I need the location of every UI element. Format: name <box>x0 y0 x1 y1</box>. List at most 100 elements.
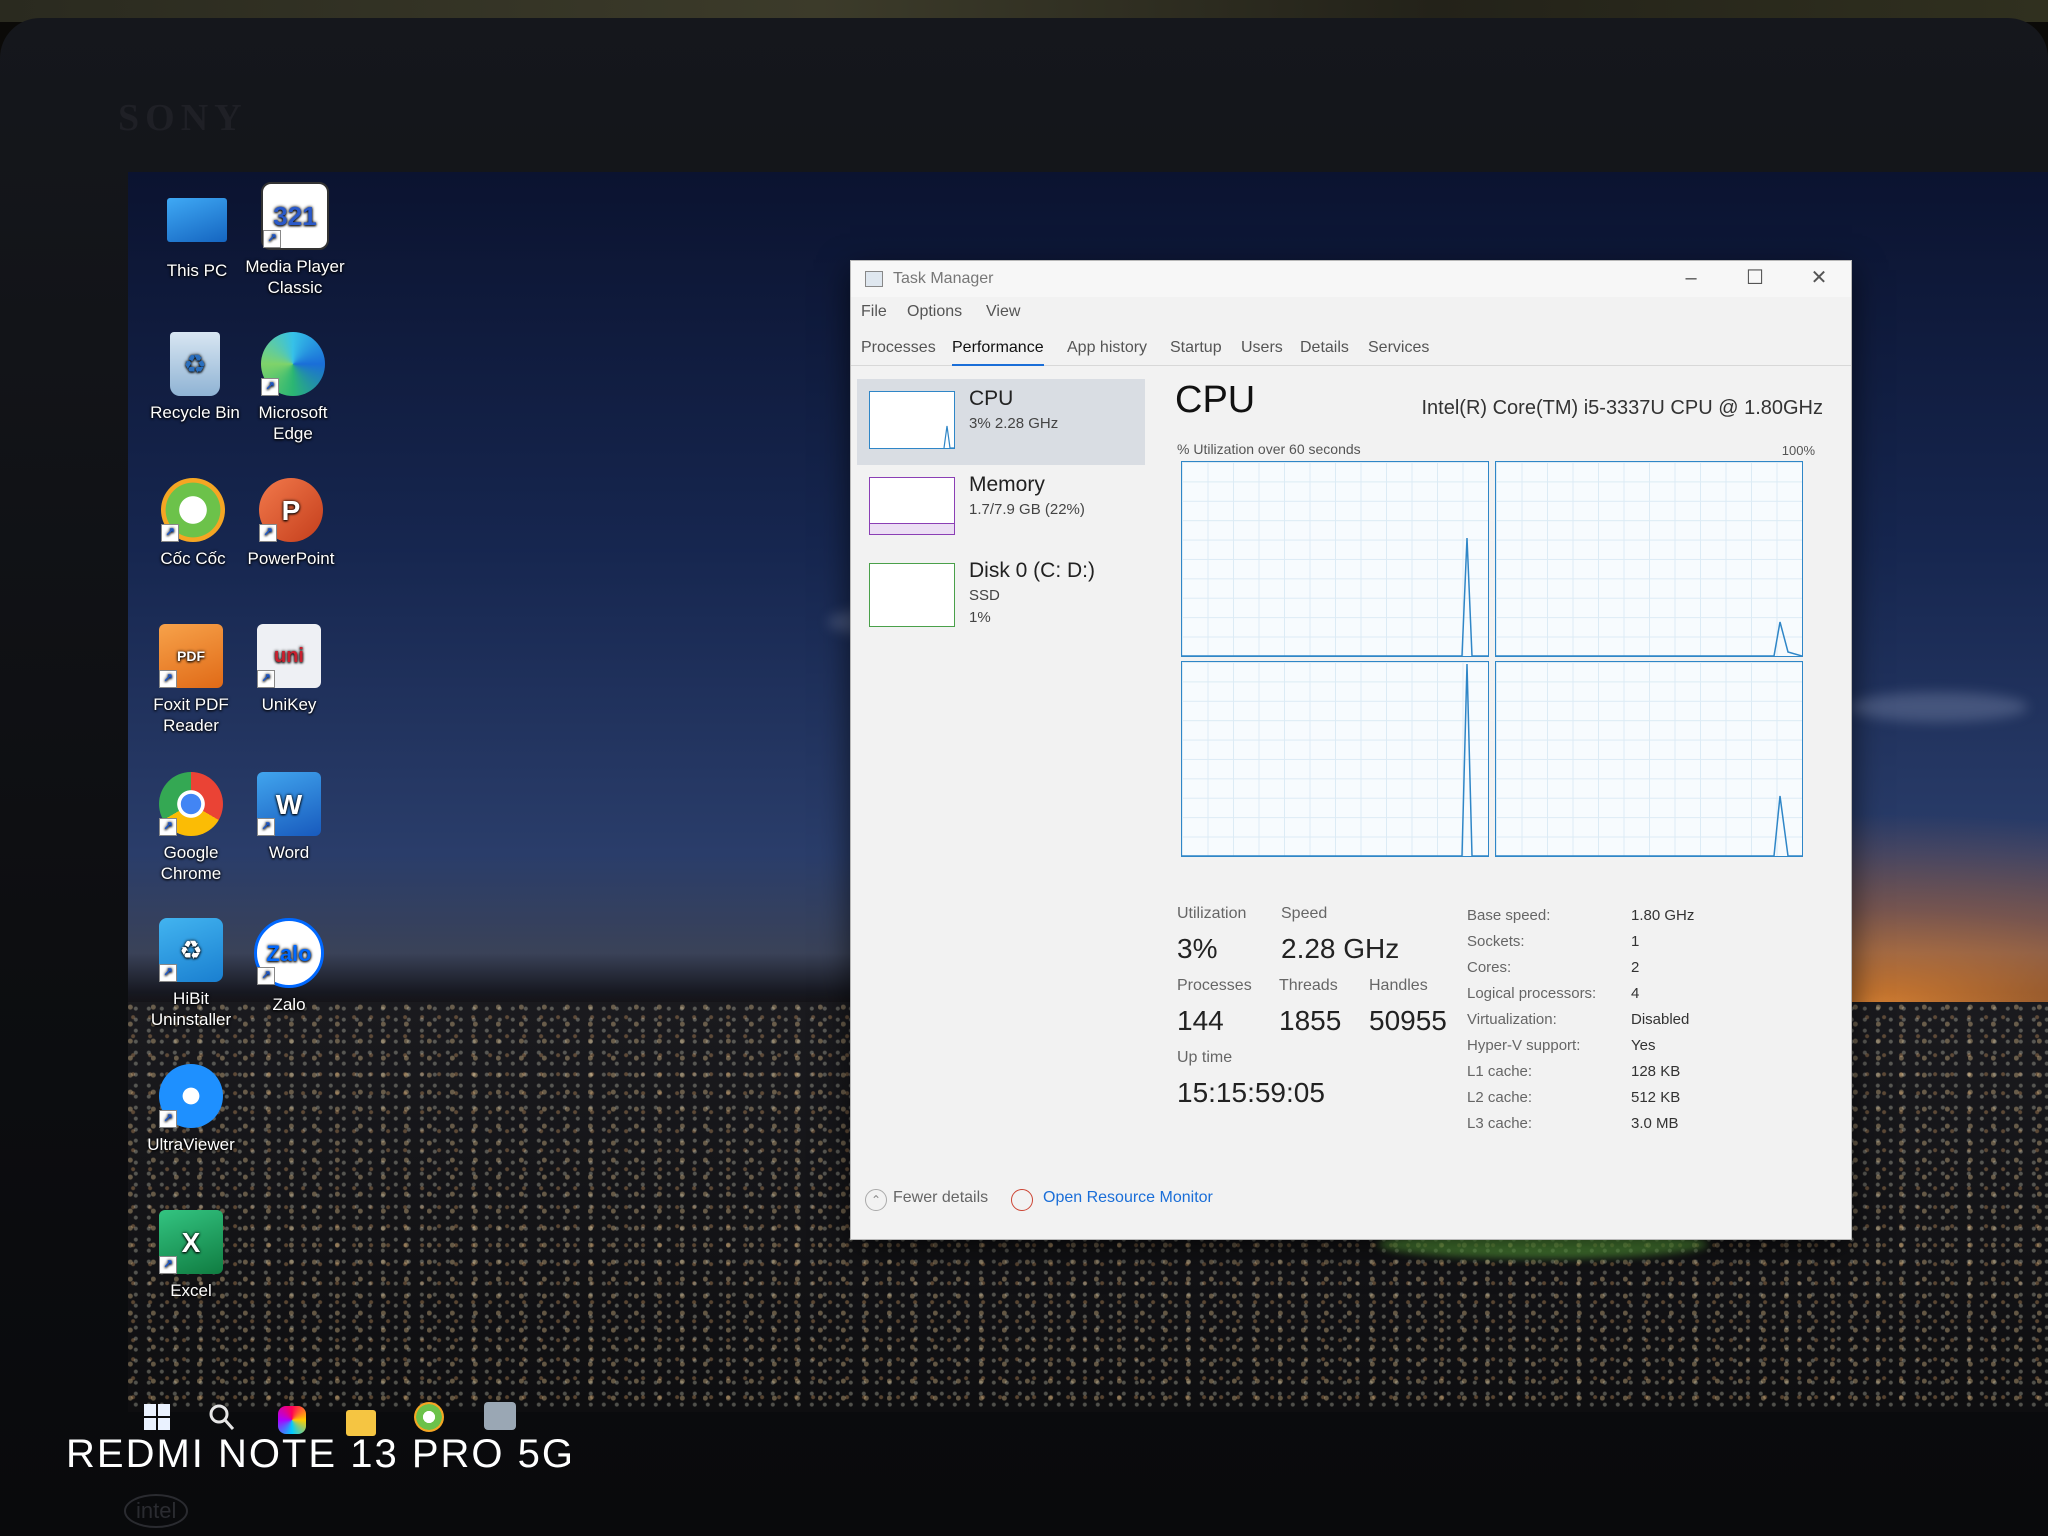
shortcut-arrow-icon: ↗ <box>259 524 277 542</box>
task-manager-taskbar-icon[interactable] <box>484 1402 516 1430</box>
tab-services[interactable]: Services <box>1368 339 1429 357</box>
sidebar-item-memory[interactable]: Memory 1.7/7.9 GB (22%) <box>857 465 1145 551</box>
desktop-icon-this-pc[interactable]: This PC <box>142 190 252 281</box>
copilot-icon[interactable] <box>278 1406 306 1434</box>
desktop-icon-coc-coc[interactable]: ↗ Cốc Cốc <box>138 478 248 569</box>
camera-watermark: REDMI NOTE 13 PRO 5G <box>66 1432 575 1476</box>
uptime-label: Up time <box>1177 1049 1233 1066</box>
task-manager-app-icon <box>865 271 883 287</box>
menu-options[interactable]: Options <box>907 303 962 321</box>
shortcut-arrow-icon: ↗ <box>263 230 281 248</box>
zalo-glyph: Zalo <box>266 940 312 966</box>
desktop-icon-label: UniKey <box>261 695 317 714</box>
cpu-panel: CPU Intel(R) Core(TM) i5-3337U CPU @ 1.8… <box>1171 379 1831 1159</box>
fewer-details-link[interactable]: Fewer details <box>893 1189 988 1207</box>
menu-view[interactable]: View <box>986 303 1020 321</box>
tab-details[interactable]: Details <box>1300 339 1349 357</box>
spec-value: 128 KB <box>1631 1063 1681 1080</box>
cpu-core-graph-line <box>1496 621 1802 656</box>
coc-coc-taskbar-icon[interactable] <box>414 1402 444 1432</box>
shortcut-arrow-icon: ↗ <box>159 818 177 836</box>
desktop-icon-microsoft-edge[interactable]: ↗ Microsoft Edge <box>238 332 348 444</box>
word-glyph: W <box>275 788 303 820</box>
cpu-core-graph-line <box>1496 795 1802 856</box>
cpu-spec-table: Base speed: 1.80 GHz Sockets: 1 Cores: 2… <box>1467 907 1797 1147</box>
menu-file[interactable]: File <box>861 303 887 321</box>
desktop-icon-word[interactable]: W ↗ Word <box>234 772 344 863</box>
spec-value: 2 <box>1631 959 1640 976</box>
desktop-icon-label: Cốc Cốc <box>160 549 226 568</box>
desktop-icon-label: UltraViewer <box>147 1135 235 1154</box>
tab-processes[interactable]: Processes <box>861 339 936 357</box>
desktop-icon-label: PowerPoint <box>247 549 335 568</box>
sidebar-item-disk[interactable]: Disk 0 (C: D:) SSD 1% <box>857 551 1145 637</box>
spec-key: Logical processors: <box>1467 985 1597 1002</box>
resource-sidebar: CPU 3% 2.28 GHz Memory 1.7/7.9 GB (22%) … <box>851 379 1151 1139</box>
spec-key: L2 cache: <box>1467 1089 1533 1106</box>
windows-start-icon[interactable] <box>142 1402 176 1436</box>
handles-value: 50955 <box>1369 1005 1447 1036</box>
cpu-core-graph-line <box>1182 537 1488 656</box>
shortcut-arrow-icon: ↗ <box>257 670 275 688</box>
desktop-icon-zalo[interactable]: Zalo ↗ Zalo <box>234 918 344 1015</box>
minimize-button[interactable]: – <box>1659 261 1723 297</box>
graph-max-label: 100% <box>1781 443 1815 458</box>
sidebar-item-cpu[interactable]: CPU 3% 2.28 GHz <box>857 379 1145 465</box>
excel-glyph: X <box>181 1226 201 1258</box>
utilization-value: 3% <box>1177 933 1218 964</box>
speed-label: Speed <box>1281 905 1328 922</box>
spec-key: Cores: <box>1467 959 1512 976</box>
desktop-icon-unikey[interactable]: uni ↗ UniKey <box>234 624 344 715</box>
tab-users[interactable]: Users <box>1241 339 1283 357</box>
cpu-core-graph-line <box>1182 663 1488 856</box>
desktop-icon-excel[interactable]: X ↗ Excel <box>136 1210 246 1301</box>
window-footer: ⌃ Fewer details Open Resource Monitor <box>851 1181 1851 1221</box>
search-icon[interactable] <box>206 1402 240 1436</box>
desktop-icon-ultraviewer[interactable]: ↗ UltraViewer <box>136 1064 246 1155</box>
desktop-icon-hibit-uninstaller[interactable]: ♻ ↗ HiBit Uninstaller <box>136 918 246 1030</box>
processes-label: Processes <box>1177 977 1252 994</box>
spec-value: 4 <box>1631 985 1640 1002</box>
spec-key: L3 cache: <box>1467 1115 1533 1132</box>
desktop-icon-powerpoint[interactable]: P ↗ PowerPoint <box>236 478 346 569</box>
desktop-icon-foxit-pdf-reader[interactable]: PDF ↗ Foxit PDF Reader <box>136 624 246 736</box>
threads-label: Threads <box>1279 977 1338 994</box>
window-title: Task Manager <box>893 270 994 287</box>
cpu-core-graph-3 <box>1495 661 1803 857</box>
utilization-label: Utilization <box>1177 905 1247 922</box>
tab-app-history[interactable]: App history <box>1067 339 1147 357</box>
desktop-icon-label: Excel <box>170 1281 212 1300</box>
utilization-graph-label: % Utilization over 60 seconds <box>1177 441 1361 457</box>
desktop-icon-google-chrome[interactable]: ↗ Google Chrome <box>136 772 246 884</box>
desktop-icon-label: HiBit Uninstaller <box>150 989 232 1029</box>
spec-key: Hyper-V support: <box>1467 1037 1581 1054</box>
chevron-up-icon[interactable]: ⌃ <box>865 1189 887 1211</box>
sidebar-item-detail: 1% <box>969 609 991 626</box>
spec-value: 512 KB <box>1631 1089 1681 1106</box>
unikey-glyph: uni <box>274 644 304 667</box>
sidebar-item-name: Disk 0 (C: D:) <box>969 559 1095 582</box>
unikey-icon: uni ↗ <box>257 624 321 688</box>
media-player-classic-icon: 321 ↗ <box>261 182 329 250</box>
memory-mini-graph <box>869 477 955 535</box>
maximize-button[interactable]: ☐ <box>1723 261 1787 297</box>
desktop-icon-label: This PC <box>166 261 228 280</box>
tab-startup[interactable]: Startup <box>1170 339 1222 357</box>
powerpoint-glyph: P <box>281 494 301 526</box>
excel-icon: X ↗ <box>159 1210 223 1274</box>
shortcut-arrow-icon: ↗ <box>257 967 275 985</box>
tab-performance[interactable]: Performance <box>952 339 1044 366</box>
desktop-icon-recycle-bin[interactable]: ♻ Recycle Bin <box>140 332 250 423</box>
desktop-icon-label: Foxit PDF Reader <box>153 695 229 735</box>
sidebar-item-detail: SSD <box>969 587 1000 604</box>
close-button[interactable]: ✕ <box>1787 261 1851 297</box>
this-pc-icon <box>167 198 227 242</box>
cpu-model-name: Intel(R) Core(TM) i5-3337U CPU @ 1.80GHz <box>1421 397 1823 419</box>
cpu-mini-graph <box>869 391 955 449</box>
sidebar-item-detail: 3% 2.28 GHz <box>969 415 1059 432</box>
shortcut-arrow-icon: ↗ <box>159 1256 177 1274</box>
open-resource-monitor-link[interactable]: Open Resource Monitor <box>1043 1189 1213 1207</box>
title-bar[interactable]: Task Manager – ☐ ✕ <box>851 261 1851 297</box>
desktop-icon-media-player-classic[interactable]: 321 ↗ Media Player Classic <box>240 182 350 298</box>
cpu-core-graph-2 <box>1181 661 1489 857</box>
